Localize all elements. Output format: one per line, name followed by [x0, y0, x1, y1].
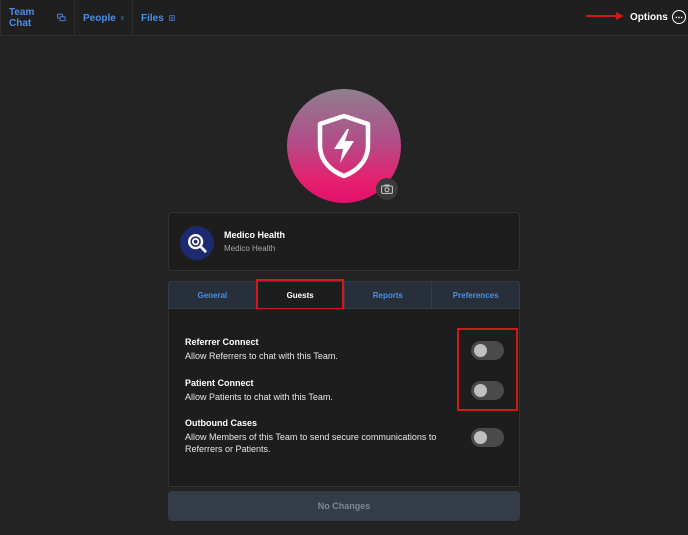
annotation-highlight-toggles: [457, 328, 518, 411]
toggle-knob: [474, 431, 487, 444]
organization-card: Medico Health Medico Health: [168, 212, 520, 271]
tab-preferences[interactable]: Preferences: [432, 282, 519, 308]
document-icon: [169, 14, 175, 22]
setting-description: Allow Members of this Team to send secur…: [185, 432, 437, 454]
tab-reports[interactable]: Reports: [345, 282, 433, 308]
change-avatar-button[interactable]: [376, 178, 398, 200]
magnifier-logo-icon: [180, 226, 214, 260]
organization-subtitle: Medico Health: [224, 244, 276, 253]
tab-general[interactable]: General: [169, 282, 257, 308]
nav-people[interactable]: People: [75, 0, 133, 36]
setting-patient-connect: Patient Connect Allow Patients to chat w…: [185, 377, 475, 403]
nav-team-chat[interactable]: Team Chat: [0, 0, 75, 36]
setting-title: Referrer Connect: [185, 337, 259, 347]
contact-card-icon: [120, 16, 124, 20]
annotation-highlight-tab: [256, 279, 344, 310]
camera-icon: [381, 184, 393, 194]
setting-referrer-connect: Referrer Connect Allow Referrers to chat…: [185, 336, 475, 362]
setting-title: Outbound Cases: [185, 418, 258, 428]
annotation-arrow-icon: [586, 12, 624, 20]
nav-people-label: People: [83, 12, 116, 24]
setting-description: Allow Referrers to chat with this Team.: [185, 351, 338, 361]
nav-team-chat-label: Team Chat: [9, 7, 35, 29]
nav-files[interactable]: Files: [133, 0, 183, 36]
nav-files-label: Files: [141, 12, 164, 24]
more-dots-icon: [671, 10, 686, 24]
outbound-cases-toggle[interactable]: [471, 428, 504, 447]
save-changes-button[interactable]: No Changes: [168, 491, 520, 521]
organization-name: Medico Health: [224, 230, 286, 240]
chat-bubbles-icon: [57, 13, 66, 22]
settings-tabs: General Guests Reports Preferences: [168, 281, 520, 309]
shield-lightning-icon: [317, 113, 371, 179]
options-button[interactable]: Options: [630, 9, 686, 25]
options-label: Options: [630, 11, 668, 23]
setting-title: Patient Connect: [185, 378, 254, 388]
setting-description: Allow Patients to chat with this Team.: [185, 392, 333, 402]
setting-outbound-cases: Outbound Cases Allow Members of this Tea…: [185, 417, 475, 455]
